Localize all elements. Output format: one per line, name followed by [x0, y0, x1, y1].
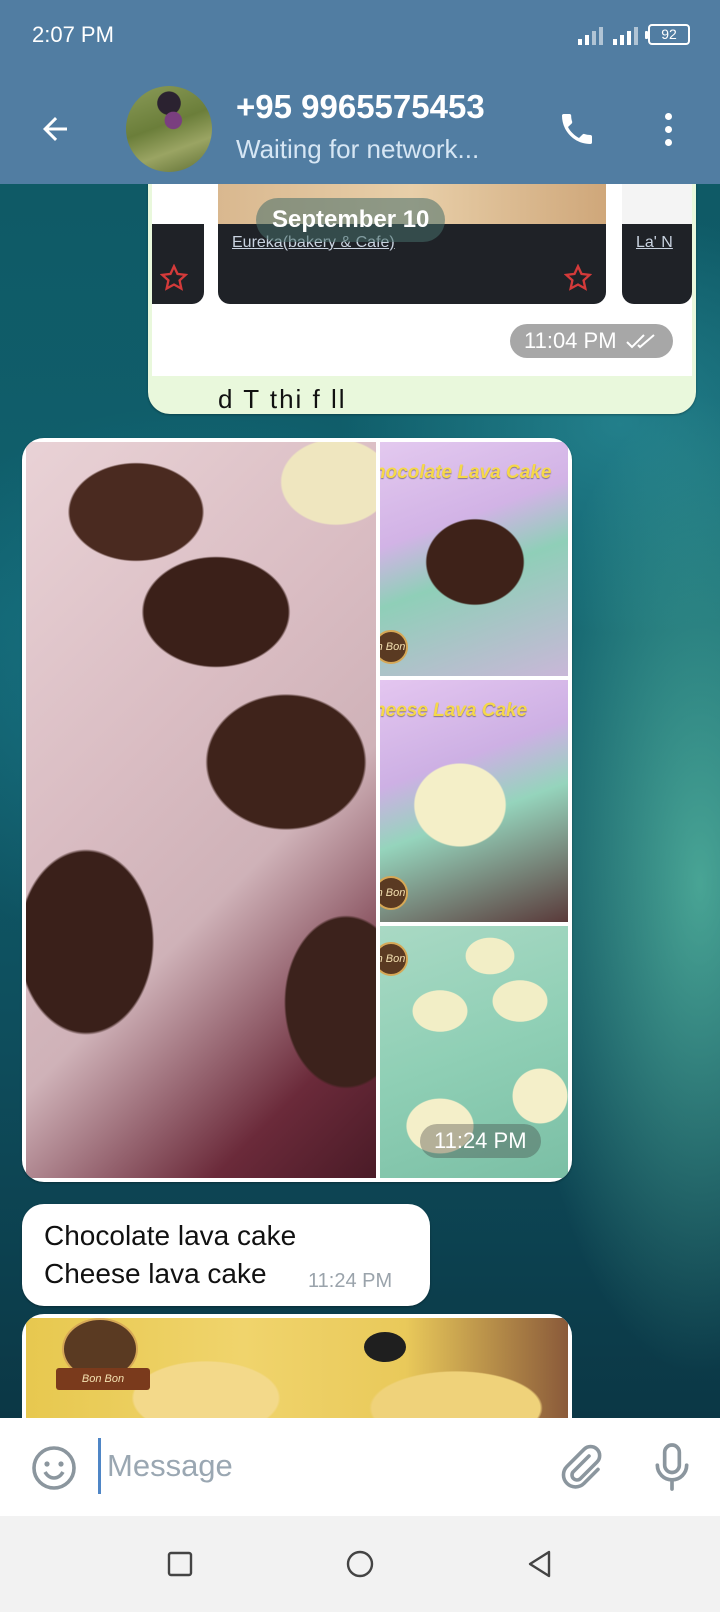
brand-logo: n Bon [380, 942, 408, 976]
mic-icon[interactable] [650, 1440, 694, 1494]
chef-logo-ribbon: Bon Bon [56, 1368, 150, 1390]
message-photo: Bon Bon [26, 1318, 568, 1418]
message-line: Chocolate lava cake [44, 1220, 297, 1251]
message-line: Cheese lava cake [44, 1258, 267, 1289]
back-arrow-icon [43, 117, 67, 141]
product-tag [364, 1332, 406, 1362]
star-icon [564, 264, 592, 291]
double-check-icon [625, 334, 655, 349]
star-icon [160, 264, 188, 291]
message-time: 11:04 PM [510, 324, 673, 358]
back-nav-button[interactable] [520, 1544, 560, 1584]
photo-caption: hocolate Lava Cake [380, 462, 552, 483]
card-link[interactable]: La' N [636, 234, 673, 252]
contact-status: Waiting for network... [236, 134, 480, 164]
contact-avatar[interactable] [126, 86, 212, 172]
chat-area[interactable]: Eureka(bakery & Cafe) La' N d T thi f ll… [0, 184, 720, 1418]
system-nav-bar [0, 1516, 720, 1612]
contact-name[interactable]: +95 9965575453 [236, 88, 485, 126]
date-separator: September 10 [256, 198, 446, 242]
photo-caption: heese Lava Cake [380, 700, 528, 721]
nav-triangle-icon [528, 1550, 551, 1578]
album-photo-chocolate-lava[interactable] [26, 442, 376, 1178]
photo-album-message[interactable]: hocolate Lava Cake n Bon heese Lava Cake… [22, 438, 572, 1182]
status-icons: 92 [578, 24, 690, 45]
message-input[interactable] [98, 1438, 518, 1494]
call-button[interactable] [552, 104, 602, 154]
truncated-caption: d T thi f ll [218, 384, 347, 414]
signal-icon [578, 25, 603, 45]
message-time: 11:24 PM [308, 1270, 393, 1292]
message-composer [0, 1418, 720, 1516]
signal-icon [613, 25, 638, 45]
home-button[interactable] [340, 1544, 380, 1584]
back-button[interactable] [30, 104, 80, 154]
message-time: 11:24 PM [420, 1124, 541, 1158]
recents-button[interactable] [160, 1544, 200, 1584]
more-menu-button[interactable] [648, 104, 688, 154]
image-message[interactable]: Bon Bon [22, 1314, 572, 1418]
emoji-icon[interactable] [30, 1444, 78, 1492]
more-vert-icon [664, 112, 672, 120]
album-photo-chocolate-lava-cake[interactable]: hocolate Lava Cake n Bon [380, 442, 568, 676]
text-message[interactable]: Chocolate lava cake Cheese lava cake 11:… [22, 1204, 430, 1306]
phone-icon [562, 114, 592, 144]
status-time: 2:07 PM [32, 22, 114, 47]
album-photo-cheese-lava-cake[interactable]: heese Lava Cake n Bon [380, 680, 568, 922]
nav-square-icon [167, 1551, 193, 1577]
battery-icon: 92 [645, 24, 690, 45]
brand-logo: n Bon [380, 876, 408, 910]
brand-logo: n Bon [380, 630, 408, 664]
nav-circle-icon [346, 1550, 374, 1578]
chat-header: 2:07 PM 92 +95 9965575453 Waiting for ne… [0, 0, 720, 184]
attach-icon[interactable] [556, 1442, 604, 1492]
